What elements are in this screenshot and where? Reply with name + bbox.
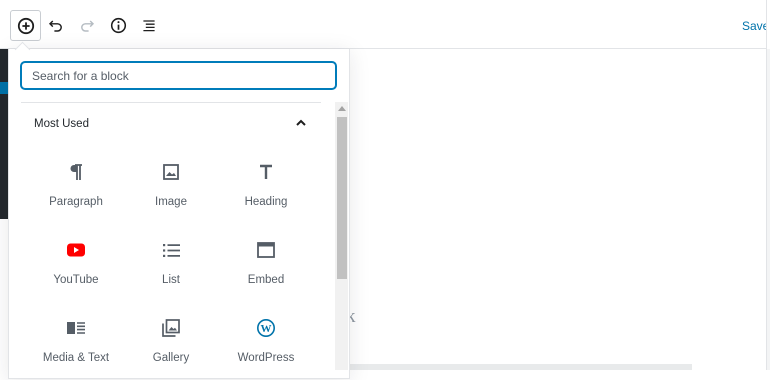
media-text-icon — [66, 318, 86, 338]
editor-header-toolbar: Save I — [0, 0, 770, 49]
undo-button[interactable] — [41, 10, 71, 40]
scroll-up-arrow-icon[interactable] — [338, 106, 346, 111]
image-icon — [161, 162, 181, 182]
undo-icon — [48, 20, 62, 32]
svg-text:W: W — [261, 323, 272, 335]
chevron-up-icon[interactable] — [293, 115, 309, 131]
block-label: Paragraph — [49, 196, 103, 208]
most-used-panel-title[interactable]: Most Used — [34, 118, 89, 130]
block-label: Image — [155, 196, 187, 208]
admin-sidebar-edge — [0, 49, 8, 219]
block-image[interactable]: Image — [123, 162, 219, 224]
block-label: List — [162, 274, 180, 286]
info-icon — [110, 17, 126, 33]
list-icon — [161, 240, 181, 260]
block-gallery[interactable]: Gallery — [123, 318, 219, 380]
redo-button[interactable] — [72, 10, 102, 40]
block-label: Media & Text — [42, 352, 110, 364]
block-label: YouTube — [53, 274, 99, 286]
admin-sidebar-active-marker — [0, 82, 8, 94]
block-embed[interactable]: Embed — [218, 240, 314, 302]
block-list[interactable]: List — [123, 240, 219, 302]
block-youtube[interactable]: YouTube — [28, 240, 124, 302]
heading-icon — [256, 162, 276, 182]
search-divider — [21, 102, 321, 103]
block-heading[interactable]: Heading — [218, 162, 314, 224]
embed-icon — [256, 240, 276, 260]
block-wordpress[interactable]: W WordPress — [218, 318, 314, 380]
content-structure-button[interactable] — [103, 10, 133, 40]
header-edge — [766, 0, 770, 49]
scrollbar-thumb[interactable] — [337, 117, 347, 279]
block-label: Heading — [244, 196, 288, 208]
gallery-icon — [161, 318, 181, 338]
block-label: Gallery — [152, 352, 190, 364]
paragraph-icon — [66, 162, 86, 182]
block-label: Embed — [247, 274, 285, 286]
youtube-icon — [66, 240, 86, 260]
redo-icon — [81, 20, 95, 32]
canvas-right-edge — [766, 49, 770, 370]
block-label: WordPress — [237, 352, 295, 364]
plus-circle-icon — [17, 17, 34, 34]
editor-canvas[interactable] — [350, 49, 766, 370]
canvas-bottom-block — [350, 364, 692, 370]
block-search-input[interactable] — [21, 62, 336, 89]
block-navigation-button[interactable] — [134, 10, 164, 40]
list-icon — [143, 20, 155, 32]
add-block-button[interactable] — [10, 10, 41, 41]
wordpress-icon: W — [256, 318, 276, 338]
block-paragraph[interactable]: Paragraph — [28, 162, 124, 224]
block-media-text[interactable]: Media & Text — [28, 318, 124, 380]
